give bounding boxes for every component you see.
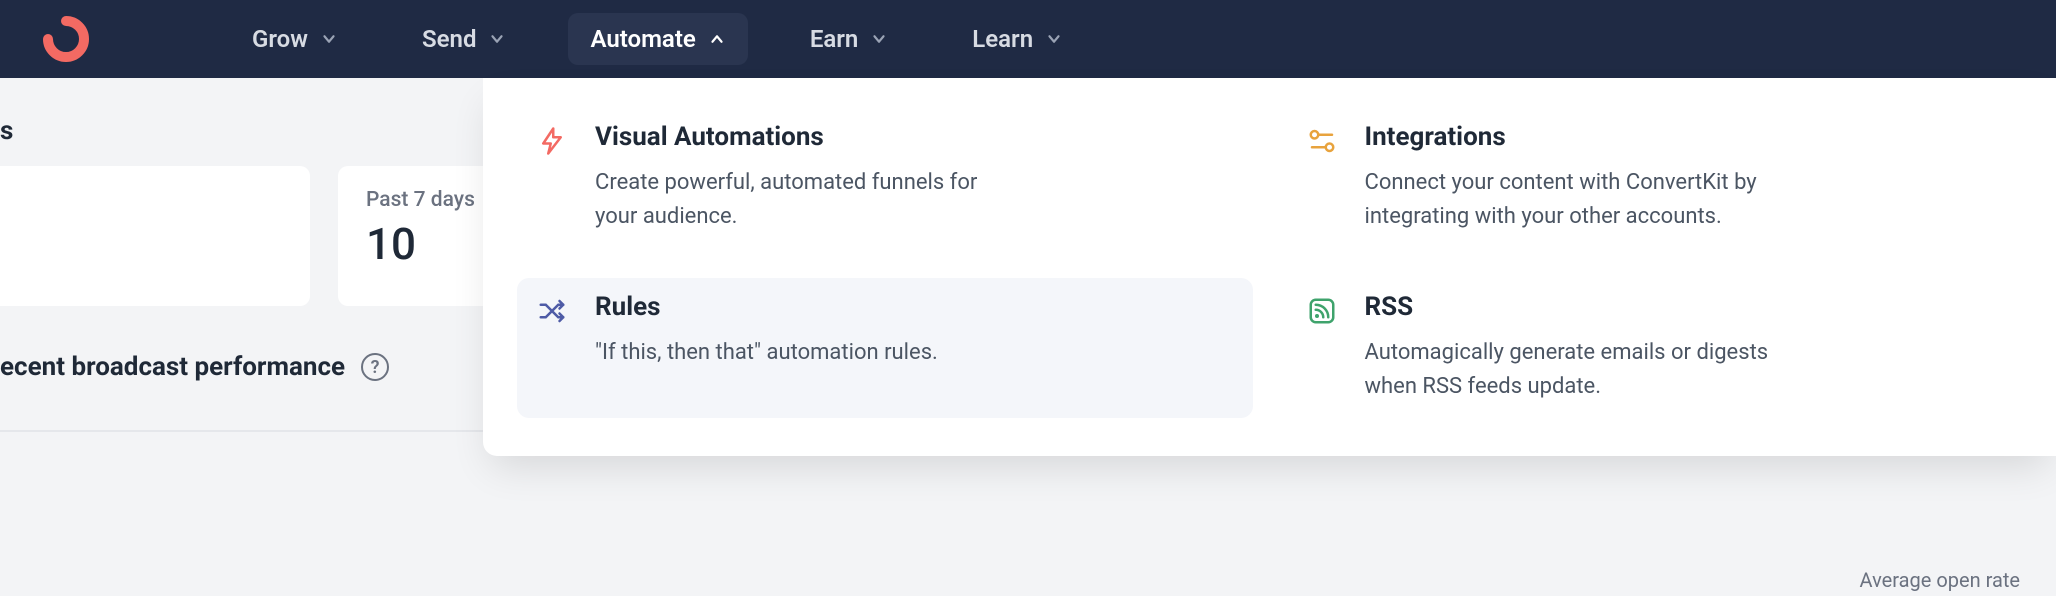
dropdown-item-integrations[interactable]: Integrations Connect your content with C…: [1287, 108, 2023, 248]
dropdown-item-title: Visual Automations: [595, 122, 1015, 152]
stat-card-blank: [0, 166, 310, 306]
avg-open-rate-label: Average open rate: [1860, 568, 2020, 592]
nav-item-learn[interactable]: Learn: [950, 13, 1085, 65]
dropdown-item-desc: Connect your content with ConvertKit by …: [1365, 166, 1785, 234]
nav-label: Learn: [972, 25, 1033, 53]
dropdown-item-desc: "If this, then that" automation rules.: [595, 336, 938, 370]
help-icon[interactable]: ?: [361, 353, 389, 381]
nav-item-earn[interactable]: Earn: [788, 13, 910, 65]
dropdown-item-rules[interactable]: Rules "If this, then that" automation ru…: [517, 278, 1253, 418]
nav-label: Send: [422, 25, 476, 53]
dropdown-item-desc: Automagically generate emails or digests…: [1365, 336, 1785, 404]
logo[interactable]: [42, 15, 90, 63]
dropdown-item-visual-automations[interactable]: Visual Automations Create powerful, auto…: [517, 108, 1253, 248]
shuffle-icon: [535, 294, 569, 328]
nav-items: Grow Send Automate Earn Learn: [230, 13, 1085, 65]
dropdown-item-title: RSS: [1365, 292, 1785, 322]
chevron-down-icon: [870, 30, 888, 48]
dropdown-item-title: Integrations: [1365, 122, 1785, 152]
integrations-icon: [1305, 124, 1339, 158]
dropdown-item-rss[interactable]: RSS Automagically generate emails or dig…: [1287, 278, 2023, 418]
nav-label: Automate: [590, 25, 695, 53]
dropdown-item-desc: Create powerful, automated funnels for y…: [595, 166, 1015, 234]
chevron-down-icon: [1045, 30, 1063, 48]
top-navbar: Grow Send Automate Earn Learn: [0, 0, 2056, 78]
nav-item-send[interactable]: Send: [400, 13, 528, 65]
chevron-up-icon: [708, 30, 726, 48]
bolt-icon: [535, 124, 569, 158]
chevron-down-icon: [320, 30, 338, 48]
dropdown-item-title: Rules: [595, 292, 938, 322]
nav-label: Grow: [252, 25, 308, 53]
automate-dropdown: Visual Automations Create powerful, auto…: [483, 78, 2056, 456]
nav-label: Earn: [810, 25, 858, 53]
rss-icon: [1305, 294, 1339, 328]
nav-item-grow[interactable]: Grow: [230, 13, 360, 65]
logo-icon: [42, 15, 90, 63]
chevron-down-icon: [488, 30, 506, 48]
section-title: ecent broadcast performance: [0, 352, 345, 382]
nav-item-automate[interactable]: Automate: [568, 13, 747, 65]
